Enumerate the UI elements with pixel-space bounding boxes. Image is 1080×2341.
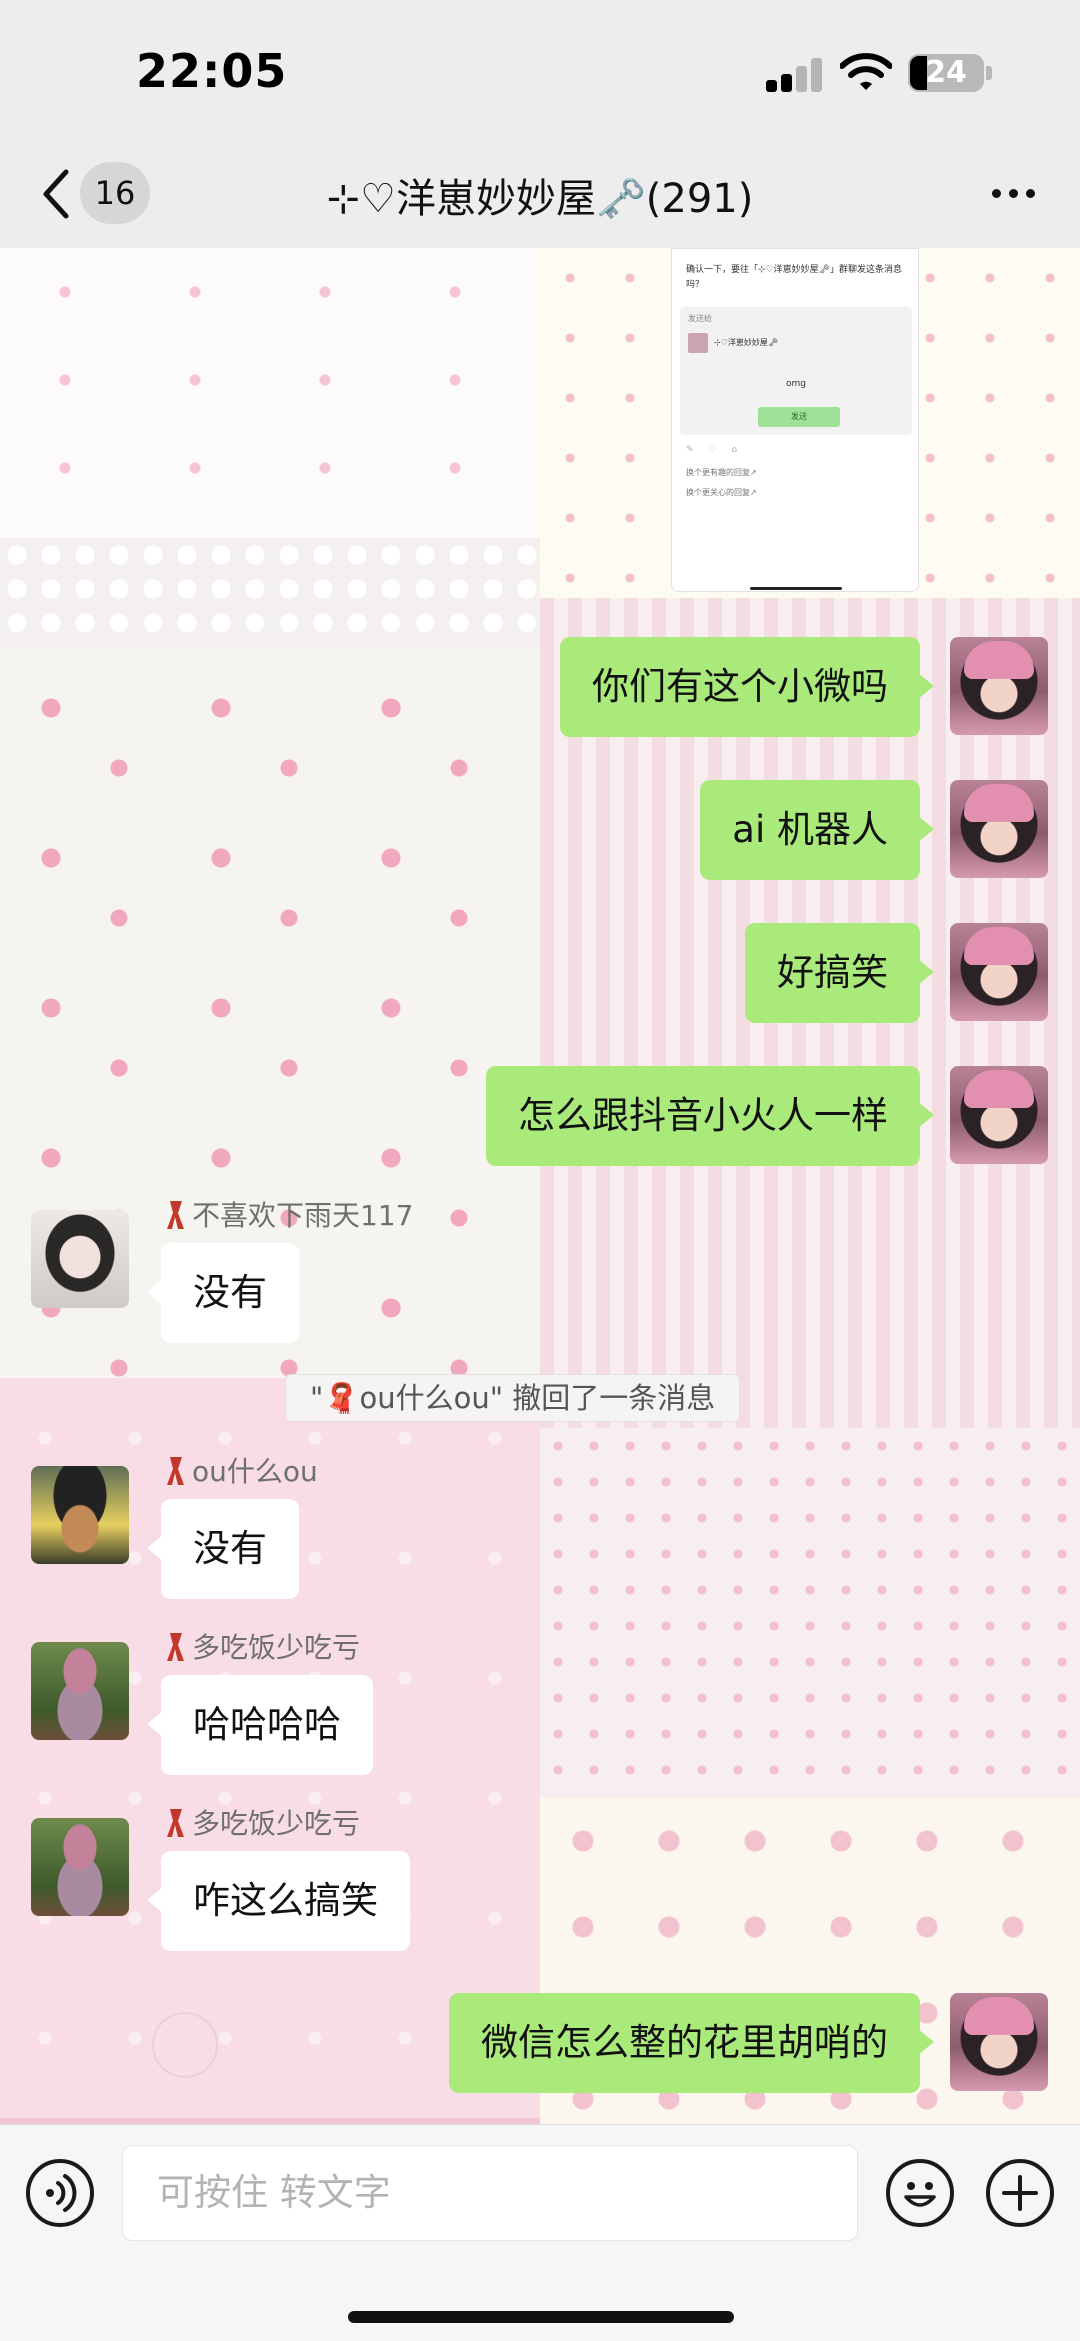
battery-tip (986, 66, 992, 80)
recall-system-notice: "🧣ou什么ou" 撤回了一条消息 (285, 1374, 741, 1422)
more-options-icon[interactable] (990, 186, 1038, 200)
card-group-avatar (688, 333, 708, 353)
sender-name: 多吃饭少吃亏 (166, 1626, 360, 1666)
sender-name-text: 多吃饭少吃亏 (192, 1631, 361, 1664)
sender-name: ou什么ou (166, 1450, 318, 1490)
wifi-icon (840, 53, 892, 90)
wallpaper-stamp (152, 2012, 218, 2078)
smiley-icon (904, 2182, 936, 2207)
red-scarf-icon (167, 1457, 184, 1485)
sender-name: 不喜欢下雨天117 (166, 1194, 413, 1234)
sender-avatar[interactable] (31, 1818, 129, 1916)
card-group-name: ⊹♡洋崽妙妙屋🗝 (714, 338, 779, 347)
plus-icon (1002, 2175, 1038, 2211)
emoji-button[interactable] (886, 2159, 954, 2227)
card-send-button: 发送 (758, 407, 840, 427)
incoming-message[interactable]: 哈哈哈哈 (147, 1675, 373, 1775)
sender-name: 多吃饭少吃亏 (166, 1802, 360, 1842)
outgoing-message[interactable]: 微信怎么整的花里胡哨的 (449, 1993, 934, 2093)
red-scarf-icon (167, 1633, 184, 1661)
card-home-indicator (750, 587, 842, 590)
red-scarf-icon (167, 1809, 184, 1837)
wallpaper-dots (540, 1428, 1080, 1798)
my-avatar[interactable] (950, 1993, 1048, 2091)
message-input[interactable]: 可按住 转文字 (122, 2145, 858, 2241)
cellular-signal-icon (766, 58, 824, 92)
card-suggestion-2: 换个更关心的回复↗ (686, 488, 757, 497)
voice-icon (46, 2174, 77, 2212)
my-avatar[interactable] (950, 780, 1048, 878)
outgoing-message[interactable]: 你们有这个小微吗 (560, 637, 934, 737)
more-functions-button[interactable] (986, 2159, 1054, 2227)
sender-name-text: 多吃饭少吃亏 (192, 1807, 361, 1840)
sender-avatar[interactable] (31, 1210, 129, 1308)
battery-icon: 24 (908, 54, 984, 92)
card-send-box: 发送给 ⊹♡洋崽妙妙屋🗝 omg 发送 (680, 307, 912, 435)
card-to-label: 发送给 (688, 314, 712, 323)
card-feedback-icons: ✎ ♡ ⌂ (686, 445, 744, 455)
my-avatar[interactable] (950, 637, 1048, 735)
sender-avatar[interactable] (31, 1466, 129, 1564)
status-bar: 22:05 24 (0, 0, 1080, 140)
card-confirm-text: 确认一下，要往「⊹♡洋崽妙妙屋🗝」群聊发这条消息吗？ (686, 265, 903, 290)
outgoing-message[interactable]: 好搞笑 (745, 923, 934, 1023)
voice-input-button[interactable] (26, 2159, 94, 2227)
home-indicator (348, 2311, 734, 2323)
outgoing-message[interactable]: 怎么跟抖音小火人一样 (486, 1066, 934, 1166)
incoming-message[interactable]: 咋这么搞笑 (147, 1851, 410, 1951)
chat-message-list[interactable]: 确认一下，要往「⊹♡洋崽妙妙屋🗝」群聊发这条消息吗？ 发送给 ⊹♡洋崽妙妙屋🗝 … (0, 248, 1080, 2124)
sender-name-text: 不喜欢下雨天117 (192, 1199, 414, 1232)
outgoing-message[interactable]: ai 机器人 (700, 780, 934, 880)
incoming-message[interactable]: 没有 (147, 1499, 299, 1599)
my-avatar[interactable] (950, 923, 1048, 1021)
wallpaper-lace (0, 538, 540, 648)
chat-header: 16 ⊹♡洋崽妙妙屋🗝️(291) (0, 140, 1080, 248)
wallpaper-bows (0, 248, 540, 538)
shared-screenshot-image[interactable]: 确认一下，要往「⊹♡洋崽妙妙屋🗝」群聊发这条消息吗？ 发送给 ⊹♡洋崽妙妙屋🗝 … (671, 248, 919, 592)
input-bar: 可按住 转文字 (0, 2124, 1080, 2341)
chat-title: ⊹♡洋崽妙妙屋🗝️(291) (326, 176, 754, 222)
sender-name-text: ou什么ou (192, 1455, 318, 1488)
sender-avatar[interactable] (31, 1642, 129, 1740)
my-avatar[interactable] (950, 1066, 1048, 1164)
status-time: 22:05 (136, 44, 288, 98)
unread-count-badge[interactable]: 16 (80, 162, 150, 224)
incoming-message[interactable]: 没有 (147, 1243, 299, 1343)
card-message: omg (786, 379, 806, 389)
red-scarf-icon (167, 1201, 184, 1229)
card-suggestion-1: 换个更有趣的回复↗ (686, 468, 757, 477)
back-arrow-icon[interactable] (34, 164, 78, 224)
battery-percentage: 24 (925, 55, 967, 90)
